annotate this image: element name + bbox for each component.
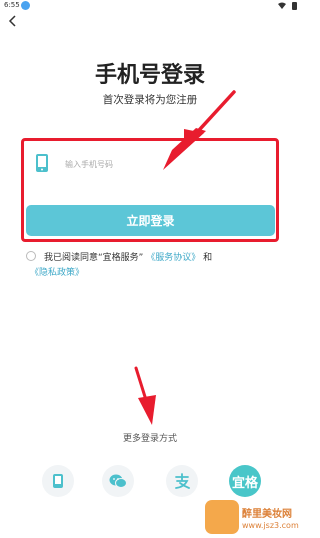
back-button[interactable]	[4, 12, 22, 30]
watermark-brand: 醉里美妆网	[242, 509, 292, 520]
chevron-left-icon	[8, 15, 16, 27]
phone-icon	[53, 474, 63, 488]
watermark-logo-icon	[205, 500, 239, 534]
alipay-icon	[175, 473, 190, 489]
notification-icon	[21, 1, 30, 10]
arrow-bottom	[134, 366, 156, 425]
agree-checkbox[interactable]	[26, 251, 36, 261]
login-method-yige[interactable]: 宜格	[229, 465, 261, 497]
login-screen: 6:55 手机号登录 首次登录将为您注册 立即登录 我已阅读同意“宜格服务” 《…	[0, 0, 300, 538]
status-time: 6:55	[4, 1, 20, 9]
phone-field[interactable]	[27, 143, 274, 183]
status-bar: 6:55	[0, 0, 300, 12]
more-login-label: 更多登录方式	[122, 434, 177, 444]
watermark: 醉里美妆网 www.jsz3.com	[205, 497, 300, 538]
login-button[interactable]: 立即登录	[26, 205, 275, 236]
agreement: 我已阅读同意“宜格服务” 《服务协议》 和 《隐私政策》	[26, 251, 276, 281]
agreement-conjunction: 和	[203, 253, 213, 263]
service-agreement-link[interactable]: 《服务协议》	[146, 253, 200, 263]
login-method-wechat[interactable]	[102, 465, 134, 497]
page-title: 手机号登录	[94, 63, 205, 88]
watermark-url: www.jsz3.com	[242, 521, 299, 530]
login-method-phone[interactable]	[42, 465, 74, 497]
agreement-text: 我已阅读同意“宜格服务”	[44, 253, 144, 263]
wifi-icon	[278, 2, 286, 9]
privacy-policy-link[interactable]: 《隐私政策》	[30, 268, 84, 278]
phone-icon	[36, 154, 48, 172]
page-subtitle: 首次登录将为您注册	[102, 94, 198, 106]
login-method-alipay[interactable]	[166, 465, 198, 497]
yige-icon: 宜格	[231, 475, 258, 491]
wechat-icon	[109, 474, 127, 488]
battery-icon	[292, 2, 297, 10]
phone-input[interactable]	[63, 152, 267, 176]
